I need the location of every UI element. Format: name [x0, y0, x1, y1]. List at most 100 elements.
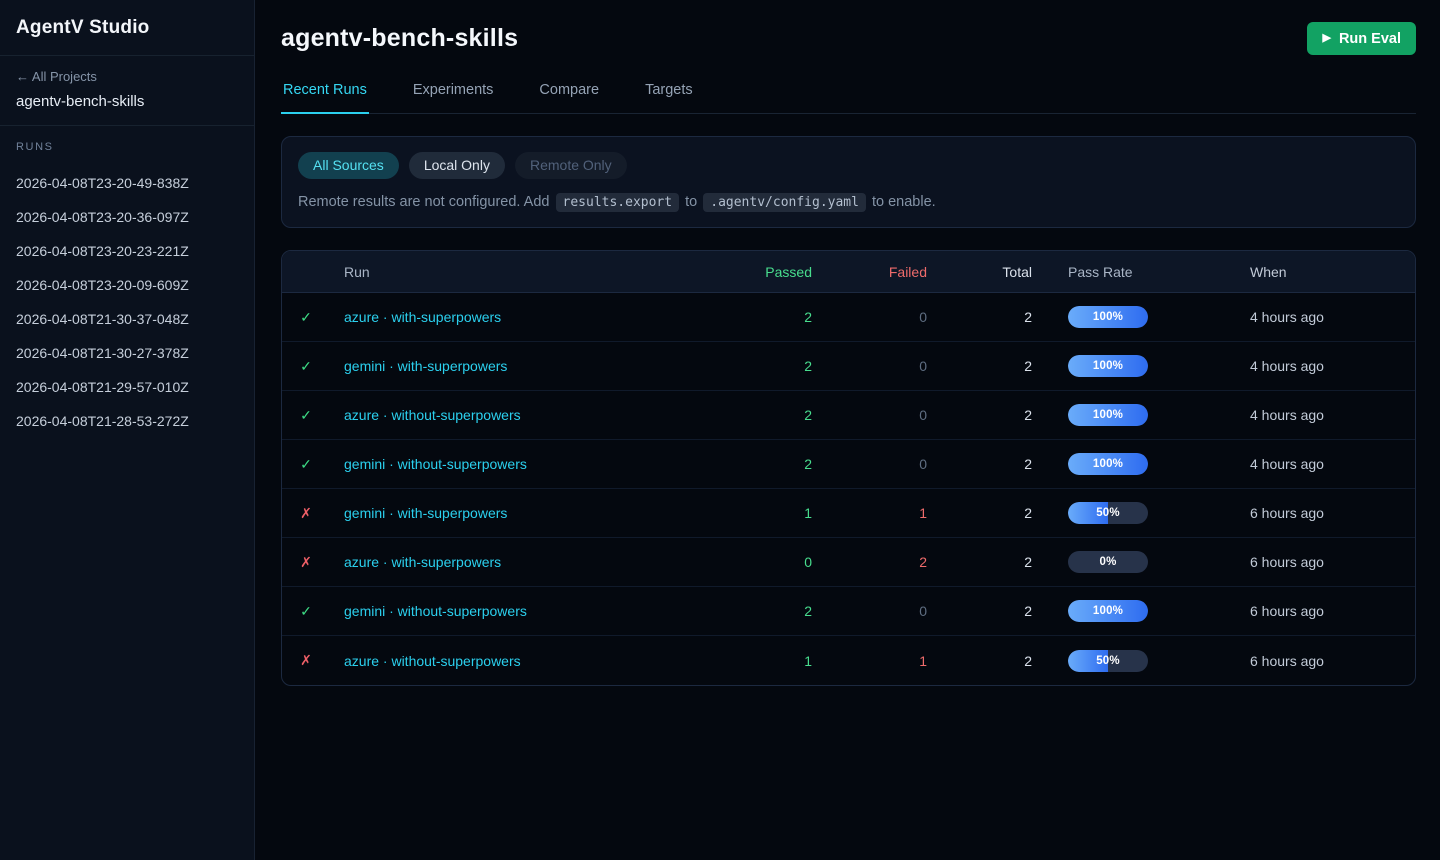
tab-recent-runs[interactable]: Recent Runs	[281, 76, 369, 114]
col-run: Run	[330, 264, 700, 280]
when-cell: 6 hours ago	[1250, 505, 1415, 521]
passed-count: 2	[700, 456, 820, 472]
status-fail-icon: ✗	[282, 652, 330, 669]
sidebar: AgentV Studio ← All Projects agentv-benc…	[0, 0, 255, 860]
note-text: to enable.	[868, 194, 936, 210]
table-row: ✓gemini · without-superpowers202100%6 ho…	[282, 587, 1415, 636]
filter-pill-all-sources[interactable]: All Sources	[298, 152, 399, 179]
page-title: agentv-bench-skills	[281, 24, 518, 53]
run-link[interactable]: azure · with-superpowers	[344, 554, 501, 570]
failed-count: 1	[820, 505, 935, 521]
run-link[interactable]: gemini · with-superpowers	[344, 505, 507, 521]
pass-rate-cell: 100%	[1040, 600, 1250, 622]
sidebar-run-item[interactable]: 2026-04-08T21-28-53-272Z	[16, 404, 238, 438]
main-content: agentv-bench-skills ▶ Run Eval Recent Ru…	[255, 0, 1440, 860]
total-count: 2	[935, 309, 1040, 325]
run-link[interactable]: gemini · with-superpowers	[344, 358, 507, 374]
code-config-yaml: .agentv/config.yaml	[703, 193, 866, 212]
play-icon: ▶	[1322, 33, 1330, 44]
col-pass-rate: Pass Rate	[1040, 264, 1250, 280]
when-cell: 4 hours ago	[1250, 309, 1415, 325]
source-filter-pills: All Sources Local Only Remote Only	[298, 152, 1399, 179]
pass-rate-pill: 100%	[1068, 600, 1148, 622]
runs-table: RunPassedFailedTotalPass RateWhen ✓ azure…	[281, 250, 1416, 686]
col-total: Total	[935, 264, 1040, 280]
when-cell: 4 hours ago	[1250, 358, 1415, 374]
run-link[interactable]: gemini · without-superpowers	[344, 456, 527, 472]
sidebar-run-item[interactable]: 2026-04-08T23-20-36-097Z	[16, 200, 238, 234]
status-fail-icon: ✗	[282, 554, 330, 571]
pass-rate-cell: 50%	[1040, 502, 1250, 524]
passed-count: 1	[700, 653, 820, 669]
sidebar-run-item[interactable]: 2026-04-08T21-30-37-048Z	[16, 302, 238, 336]
pass-rate-cell: 100%	[1040, 306, 1250, 328]
filter-pill-local-only[interactable]: Local Only	[409, 152, 505, 179]
filter-pill-remote-only: Remote Only	[515, 152, 627, 179]
table-row: ✓gemini · with-superpowers202100%4 hours…	[282, 342, 1415, 391]
sidebar-run-item[interactable]: 2026-04-08T23-20-23-221Z	[16, 234, 238, 268]
sidebar-run-item[interactable]: 2026-04-08T23-20-49-838Z	[16, 166, 238, 200]
pass-rate-pill: 100%	[1068, 404, 1148, 426]
table-row: ✗azure · without-superpowers11250%6 hour…	[282, 636, 1415, 685]
sidebar-run-item[interactable]: 2026-04-08T21-30-27-378Z	[16, 336, 238, 370]
tab-targets[interactable]: Targets	[643, 76, 695, 113]
total-count: 2	[935, 603, 1040, 619]
col-when: When	[1250, 264, 1415, 280]
table-row: ✗azure · with-superpowers0220%6 hours ag…	[282, 538, 1415, 587]
total-count: 2	[935, 653, 1040, 669]
table-header-row: RunPassedFailedTotalPass RateWhen	[282, 251, 1415, 293]
run-link[interactable]: azure · without-superpowers	[344, 407, 521, 423]
main-header: agentv-bench-skills ▶ Run Eval	[281, 22, 1416, 55]
failed-count: 0	[820, 603, 935, 619]
passed-count: 2	[700, 309, 820, 325]
sidebar-project-section: ← All Projects agentv-bench-skills	[0, 56, 254, 126]
pass-rate-pill: 100%	[1068, 306, 1148, 328]
pass-rate-cell: 0%	[1040, 551, 1250, 573]
table-row: ✗gemini · with-superpowers11250%6 hours …	[282, 489, 1415, 538]
run-cell: gemini · without-superpowers	[330, 603, 700, 619]
table-row: ✓azure · without-superpowers202100%4 hou…	[282, 391, 1415, 440]
sidebar-run-item[interactable]: 2026-04-08T21-29-57-010Z	[16, 370, 238, 404]
total-count: 2	[935, 505, 1040, 521]
failed-count: 1	[820, 653, 935, 669]
pass-rate-label: 100%	[1068, 306, 1148, 328]
passed-count: 2	[700, 407, 820, 423]
tab-bar: Recent Runs Experiments Compare Targets	[281, 76, 1416, 114]
passed-count: 1	[700, 505, 820, 521]
sidebar-run-item[interactable]: 2026-04-08T23-20-09-609Z	[16, 268, 238, 302]
failed-count: 0	[820, 456, 935, 472]
pass-rate-label: 100%	[1068, 404, 1148, 426]
passed-count: 0	[700, 554, 820, 570]
code-results-export: results.export	[556, 193, 680, 212]
pass-rate-cell: 50%	[1040, 650, 1250, 672]
all-projects-link[interactable]: ← All Projects	[16, 69, 238, 84]
run-cell: azure · with-superpowers	[330, 309, 700, 325]
run-eval-button[interactable]: ▶ Run Eval	[1307, 22, 1416, 55]
run-link[interactable]: azure · with-superpowers	[344, 309, 501, 325]
pass-rate-pill: 50%	[1068, 502, 1148, 524]
total-count: 2	[935, 358, 1040, 374]
pass-rate-cell: 100%	[1040, 404, 1250, 426]
remote-config-note: Remote results are not configured. Add r…	[298, 194, 1399, 210]
app-title: AgentV Studio	[16, 17, 238, 39]
run-link[interactable]: azure · without-superpowers	[344, 653, 521, 669]
status-pass-icon: ✓	[282, 407, 330, 424]
pass-rate-pill: 0%	[1068, 551, 1148, 573]
run-cell: gemini · without-superpowers	[330, 456, 700, 472]
table-row: ✓gemini · without-superpowers202100%4 ho…	[282, 440, 1415, 489]
source-filter-panel: All Sources Local Only Remote Only Remote …	[281, 136, 1416, 228]
project-name: agentv-bench-skills	[16, 93, 238, 110]
note-text: Remote results are not configured. Add	[298, 194, 554, 210]
pass-rate-cell: 100%	[1040, 453, 1250, 475]
status-pass-icon: ✓	[282, 358, 330, 375]
sidebar-header: AgentV Studio	[0, 0, 254, 56]
run-eval-label: Run Eval	[1339, 31, 1401, 47]
pass-rate-pill: 100%	[1068, 355, 1148, 377]
pass-rate-label: 100%	[1068, 355, 1148, 377]
pass-rate-label: 50%	[1068, 650, 1148, 672]
run-cell: gemini · with-superpowers	[330, 505, 700, 521]
total-count: 2	[935, 554, 1040, 570]
tab-compare[interactable]: Compare	[537, 76, 601, 113]
tab-experiments[interactable]: Experiments	[411, 76, 496, 113]
run-link[interactable]: gemini · without-superpowers	[344, 603, 527, 619]
